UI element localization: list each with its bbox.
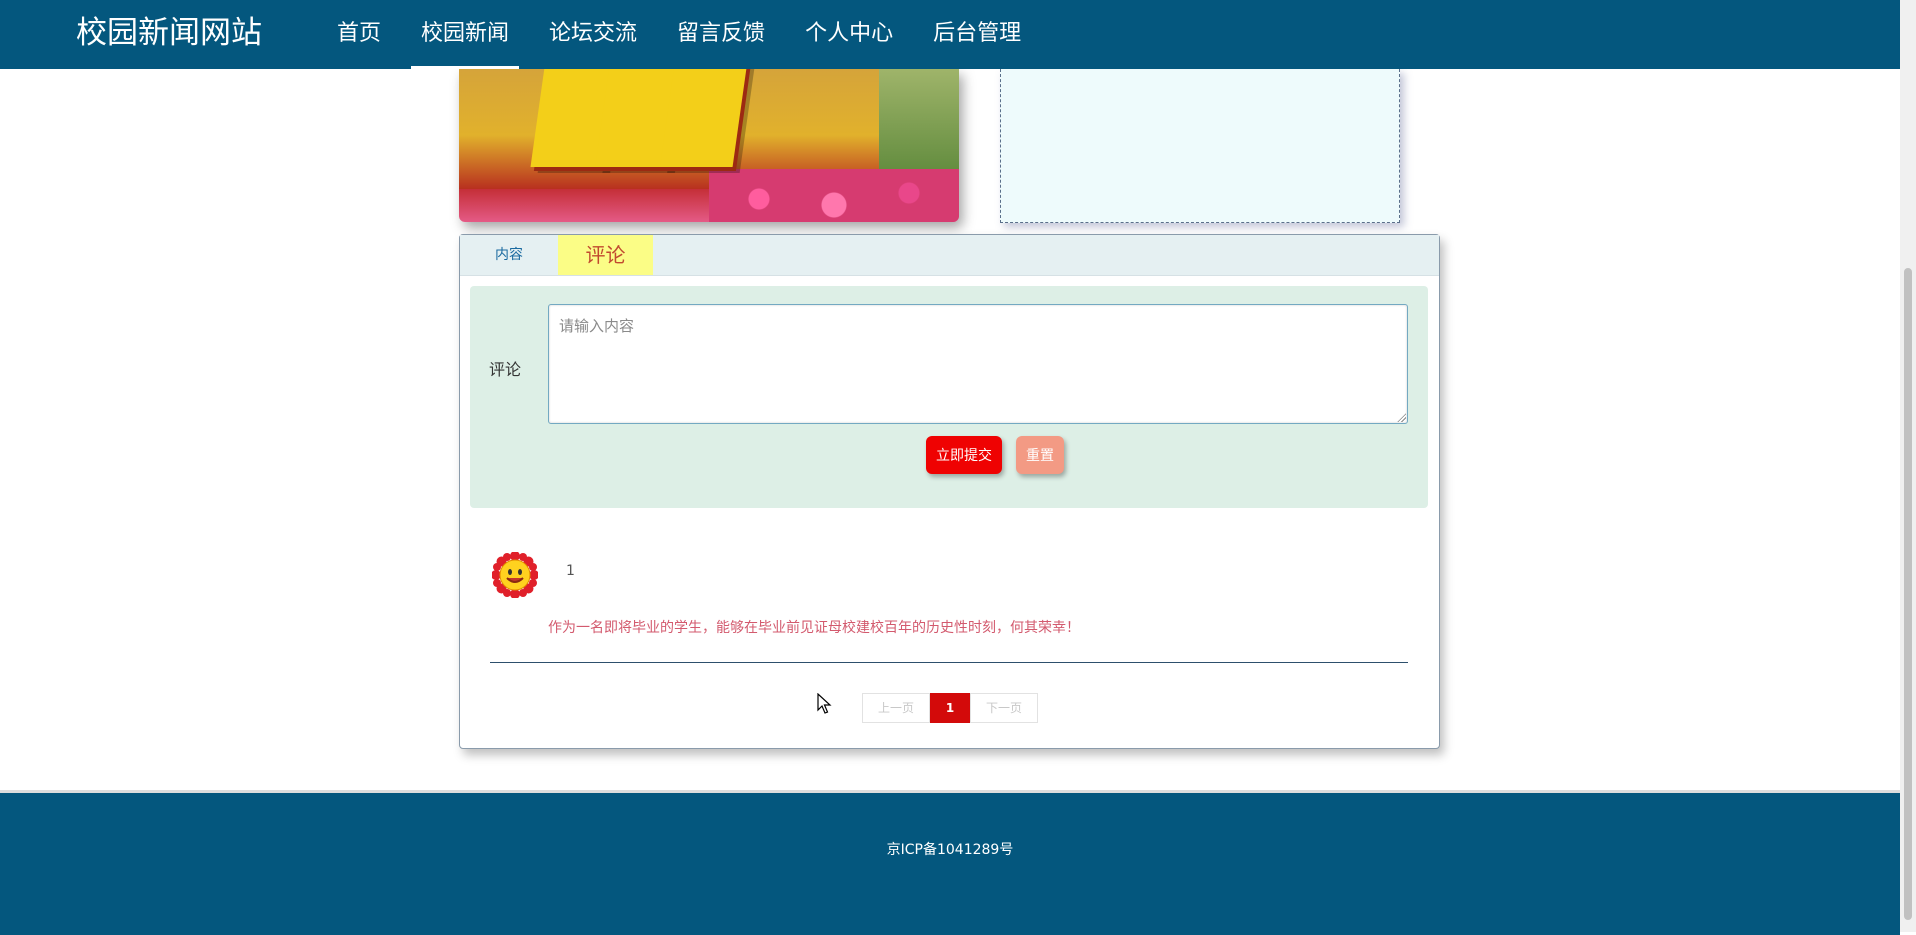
comment-text: 作为一名即将毕业的学生，能够在毕业前见证母校建校百年的历史性时刻，何其荣幸！ <box>548 620 1080 636</box>
nav-item-forum[interactable]: 论坛交流 <box>539 0 647 69</box>
top-navbar: 校园新闻网站 首页 校园新闻 论坛交流 留言反馈 个人中心 后台管理 <box>0 0 1900 69</box>
main-nav: 首页 校园新闻 论坛交流 留言反馈 个人中心 后台管理 <box>327 0 1051 69</box>
tab-bar: 内容 评论 <box>460 235 1439 276</box>
pagination: 上一页 1 下一页 <box>862 693 1038 723</box>
site-title[interactable]: 校园新闻网站 <box>76 13 262 53</box>
page-1-button[interactable]: 1 <box>930 693 970 723</box>
page-scrollbar[interactable] <box>1900 0 1916 932</box>
tab-content[interactable]: 内容 <box>460 235 558 275</box>
next-page-button[interactable]: 下一页 <box>970 693 1038 723</box>
nav-item-user-center[interactable]: 个人中心 <box>795 0 903 69</box>
comment-form: 评论 立即提交 重置 <box>470 286 1428 508</box>
news-info-box <box>1000 69 1400 223</box>
scrollbar-thumb[interactable] <box>1904 268 1912 920</box>
comment-username: 1 <box>566 563 575 579</box>
resize-grip-icon[interactable] <box>1397 413 1406 422</box>
divider <box>490 662 1408 663</box>
reset-button[interactable]: 重置 <box>1016 436 1064 474</box>
footer: 京ICP备1041289号 <box>0 790 1900 935</box>
sunflower-smiley-icon <box>492 552 538 598</box>
nav-item-home[interactable]: 首页 <box>327 0 391 69</box>
nav-item-admin[interactable]: 后台管理 <box>923 0 1031 69</box>
detail-panel: 内容 评论 评论 立即提交 重置 1 作为一名即将毕业的学生，能够在毕业前见证母… <box>459 234 1440 749</box>
comment-input[interactable] <box>548 304 1408 424</box>
comment-label: 评论 <box>489 360 522 379</box>
nav-item-campus-news[interactable]: 校园新闻 <box>411 0 520 69</box>
nav-item-feedback[interactable]: 留言反馈 <box>667 0 775 69</box>
prev-page-button[interactable]: 上一页 <box>862 693 930 723</box>
news-image: ███ <box>459 69 959 222</box>
mouse-cursor-icon <box>817 693 832 714</box>
tab-comment[interactable]: 评论 <box>558 235 653 275</box>
submit-button[interactable]: 立即提交 <box>926 436 1002 474</box>
icp-record: 京ICP备1041289号 <box>886 842 1014 858</box>
